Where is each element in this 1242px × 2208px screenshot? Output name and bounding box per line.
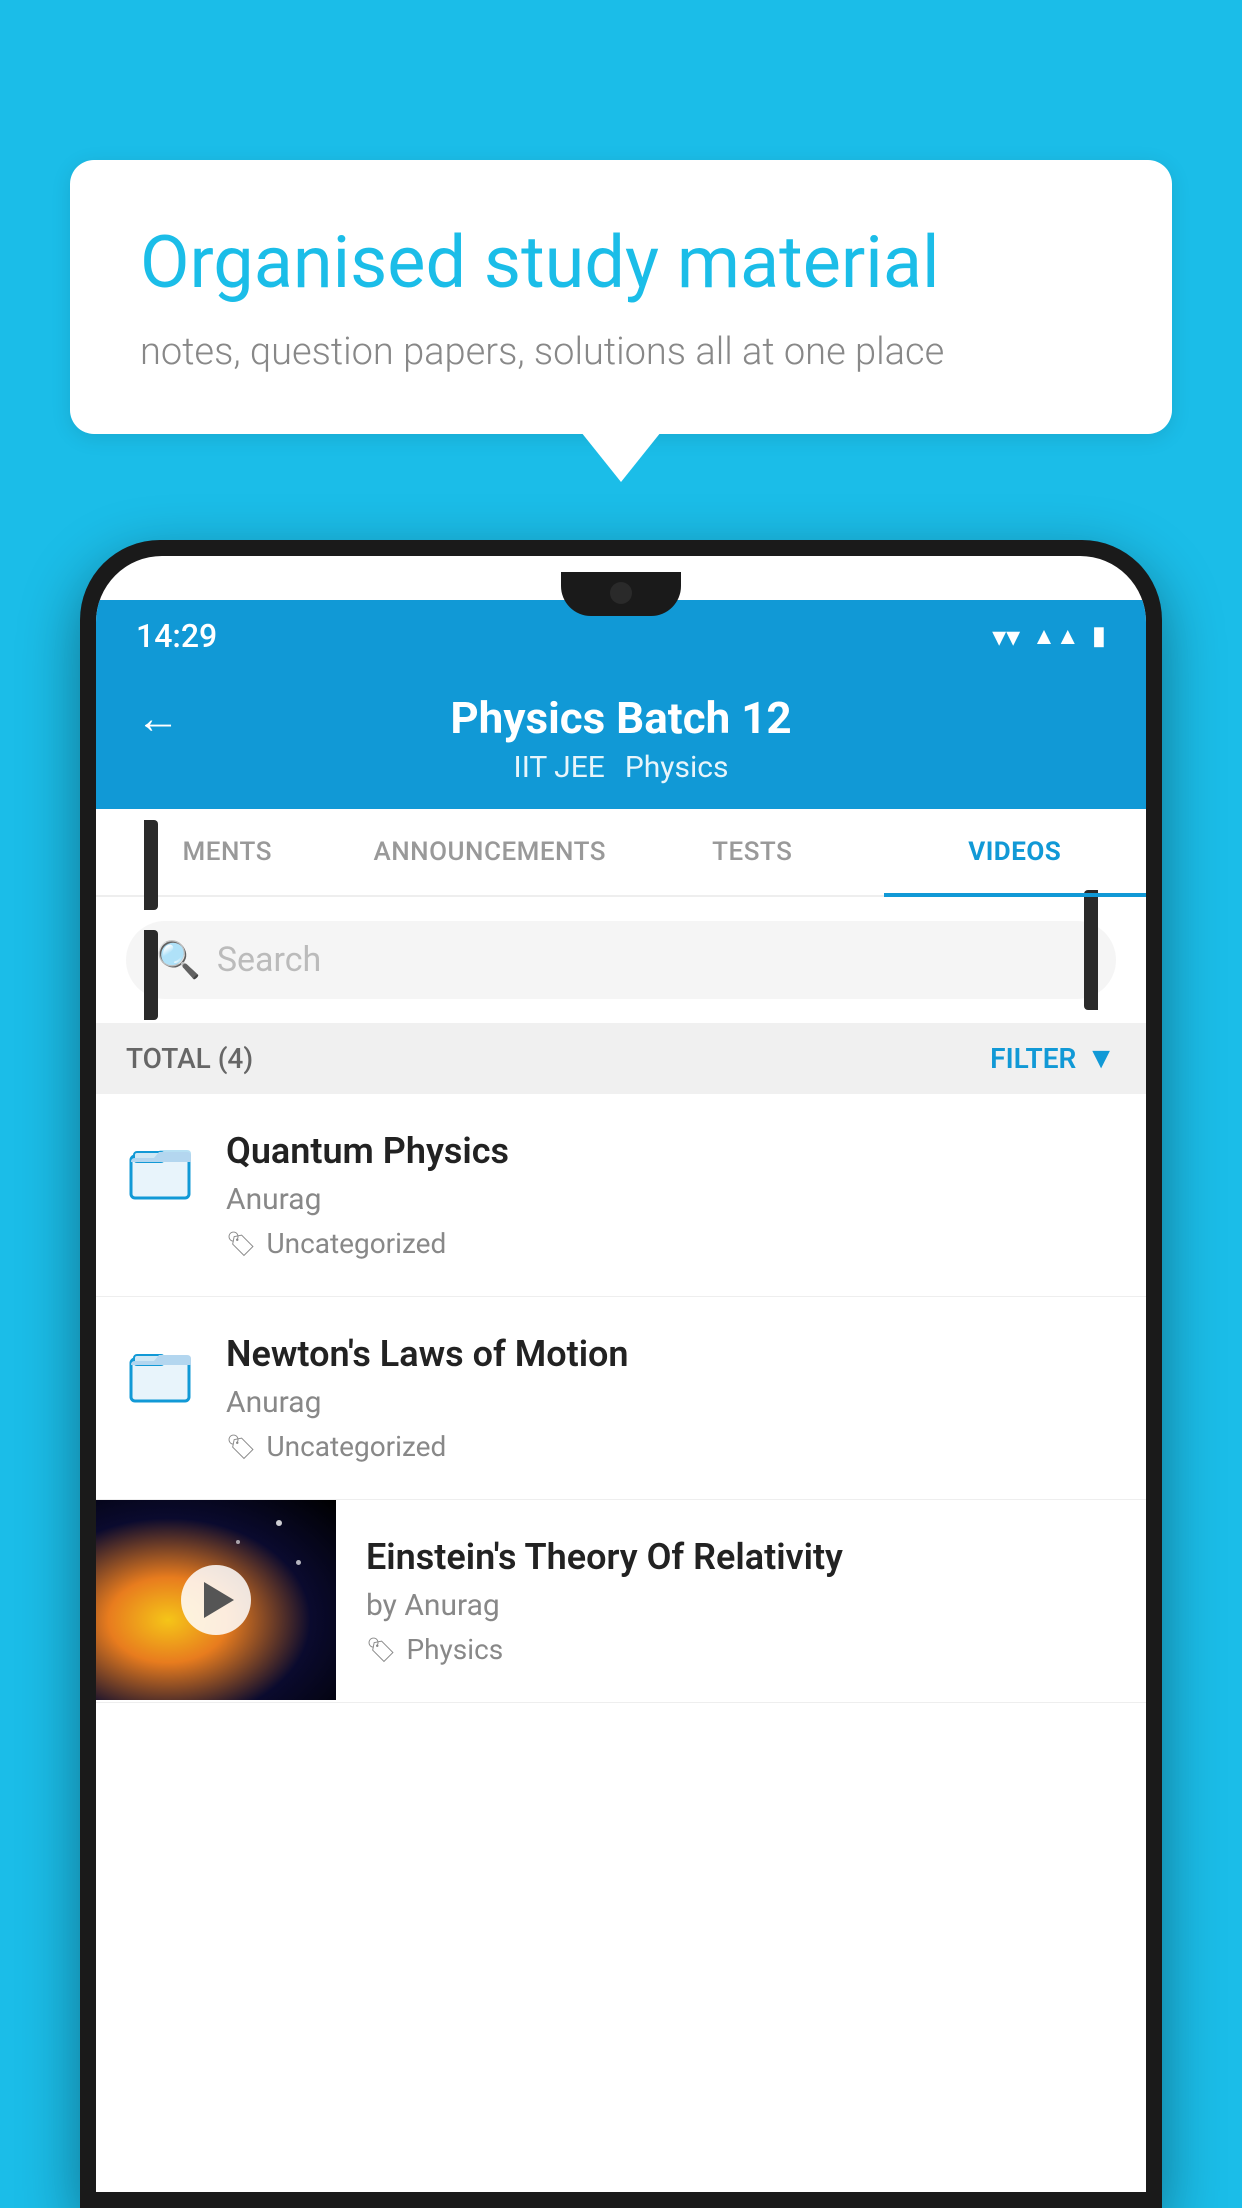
tab-bar: MENTS ANNOUNCEMENTS TESTS VIDEOS (96, 809, 1146, 897)
bubble-subtitle: notes, question papers, solutions all at… (140, 330, 1102, 374)
wifi-icon: ▾▾ (992, 620, 1020, 653)
tag-icon: 🏷 (366, 1636, 396, 1664)
list-item[interactable]: Quantum Physics Anurag 🏷 Uncategorized (96, 1094, 1146, 1297)
video-author: Anurag (226, 1182, 1116, 1217)
list-item[interactable]: Newton's Laws of Motion Anurag 🏷 Uncateg… (96, 1297, 1146, 1500)
search-container: 🔍 Search (96, 897, 1146, 1023)
header-tag-physics: Physics (625, 750, 729, 785)
vol-down-button (144, 930, 158, 1020)
video-author: Anurag (226, 1385, 1116, 1420)
status-time: 14:29 (136, 617, 217, 655)
bubble-title: Organised study material (140, 220, 1102, 306)
play-button[interactable] (181, 1565, 251, 1635)
tab-videos[interactable]: VIDEOS (884, 809, 1147, 895)
video-item-info: Newton's Laws of Motion Anurag 🏷 Uncateg… (226, 1333, 1116, 1463)
video-item-info: Quantum Physics Anurag 🏷 Uncategorized (226, 1130, 1116, 1260)
folder-icon (126, 1337, 196, 1411)
filter-label: FILTER (990, 1042, 1076, 1075)
video-tag: 🏷 Physics (366, 1633, 1116, 1666)
speech-bubble: Organised study material notes, question… (70, 160, 1172, 434)
battery-icon: ▮ (1092, 621, 1106, 651)
tab-tests[interactable]: TESTS (621, 809, 884, 895)
video-title: Quantum Physics (226, 1130, 1116, 1172)
total-count: TOTAL (4) (126, 1042, 253, 1075)
search-placeholder: Search (217, 940, 321, 980)
tag-icon: 🏷 (226, 1433, 256, 1461)
tab-ments[interactable]: MENTS (96, 809, 359, 895)
video-title: Newton's Laws of Motion (226, 1333, 1116, 1375)
phone-frame: 14:29 ▾▾ ▲▲ ▮ ← Physics Batch 12 IIT JEE… (80, 540, 1162, 2208)
power-button (1084, 890, 1098, 1010)
tab-announcements[interactable]: ANNOUNCEMENTS (359, 809, 622, 895)
video-title: Einstein's Theory Of Relativity (366, 1536, 1116, 1578)
einstein-info: Einstein's Theory Of Relativity by Anura… (366, 1500, 1146, 1702)
video-tag: 🏷 Uncategorized (226, 1430, 1116, 1463)
list-item[interactable]: Einstein's Theory Of Relativity by Anura… (96, 1500, 1146, 1703)
search-bar[interactable]: 🔍 Search (126, 921, 1116, 999)
search-icon: 🔍 (156, 939, 201, 981)
header-top: ← Physics Batch 12 (136, 692, 1106, 744)
play-triangle-icon (204, 1582, 234, 1618)
videos-list: Quantum Physics Anurag 🏷 Uncategorized (96, 1094, 1146, 2192)
page-title: Physics Batch 12 (450, 692, 791, 744)
video-thumbnail (96, 1500, 336, 1700)
tag-icon: 🏷 (226, 1230, 256, 1258)
video-author: by Anurag (366, 1588, 1116, 1623)
back-button[interactable]: ← (136, 692, 180, 744)
signal-icon: ▲▲ (1032, 622, 1080, 651)
status-icons: ▾▾ ▲▲ ▮ (992, 620, 1106, 653)
filter-icon: ▼ (1086, 1041, 1116, 1076)
filter-bar: TOTAL (4) FILTER ▼ (96, 1023, 1146, 1094)
filter-button[interactable]: FILTER ▼ (990, 1041, 1116, 1076)
notch (561, 572, 681, 616)
folder-icon (126, 1134, 196, 1208)
header-subtitle: IIT JEE Physics (136, 750, 1106, 785)
app-header: ← Physics Batch 12 IIT JEE Physics (96, 672, 1146, 809)
video-tag: 🏷 Uncategorized (226, 1227, 1116, 1260)
phone-screen: 14:29 ▾▾ ▲▲ ▮ ← Physics Batch 12 IIT JEE… (96, 556, 1146, 2192)
camera (610, 582, 632, 604)
header-tag-iitjee: IIT JEE (514, 750, 605, 785)
